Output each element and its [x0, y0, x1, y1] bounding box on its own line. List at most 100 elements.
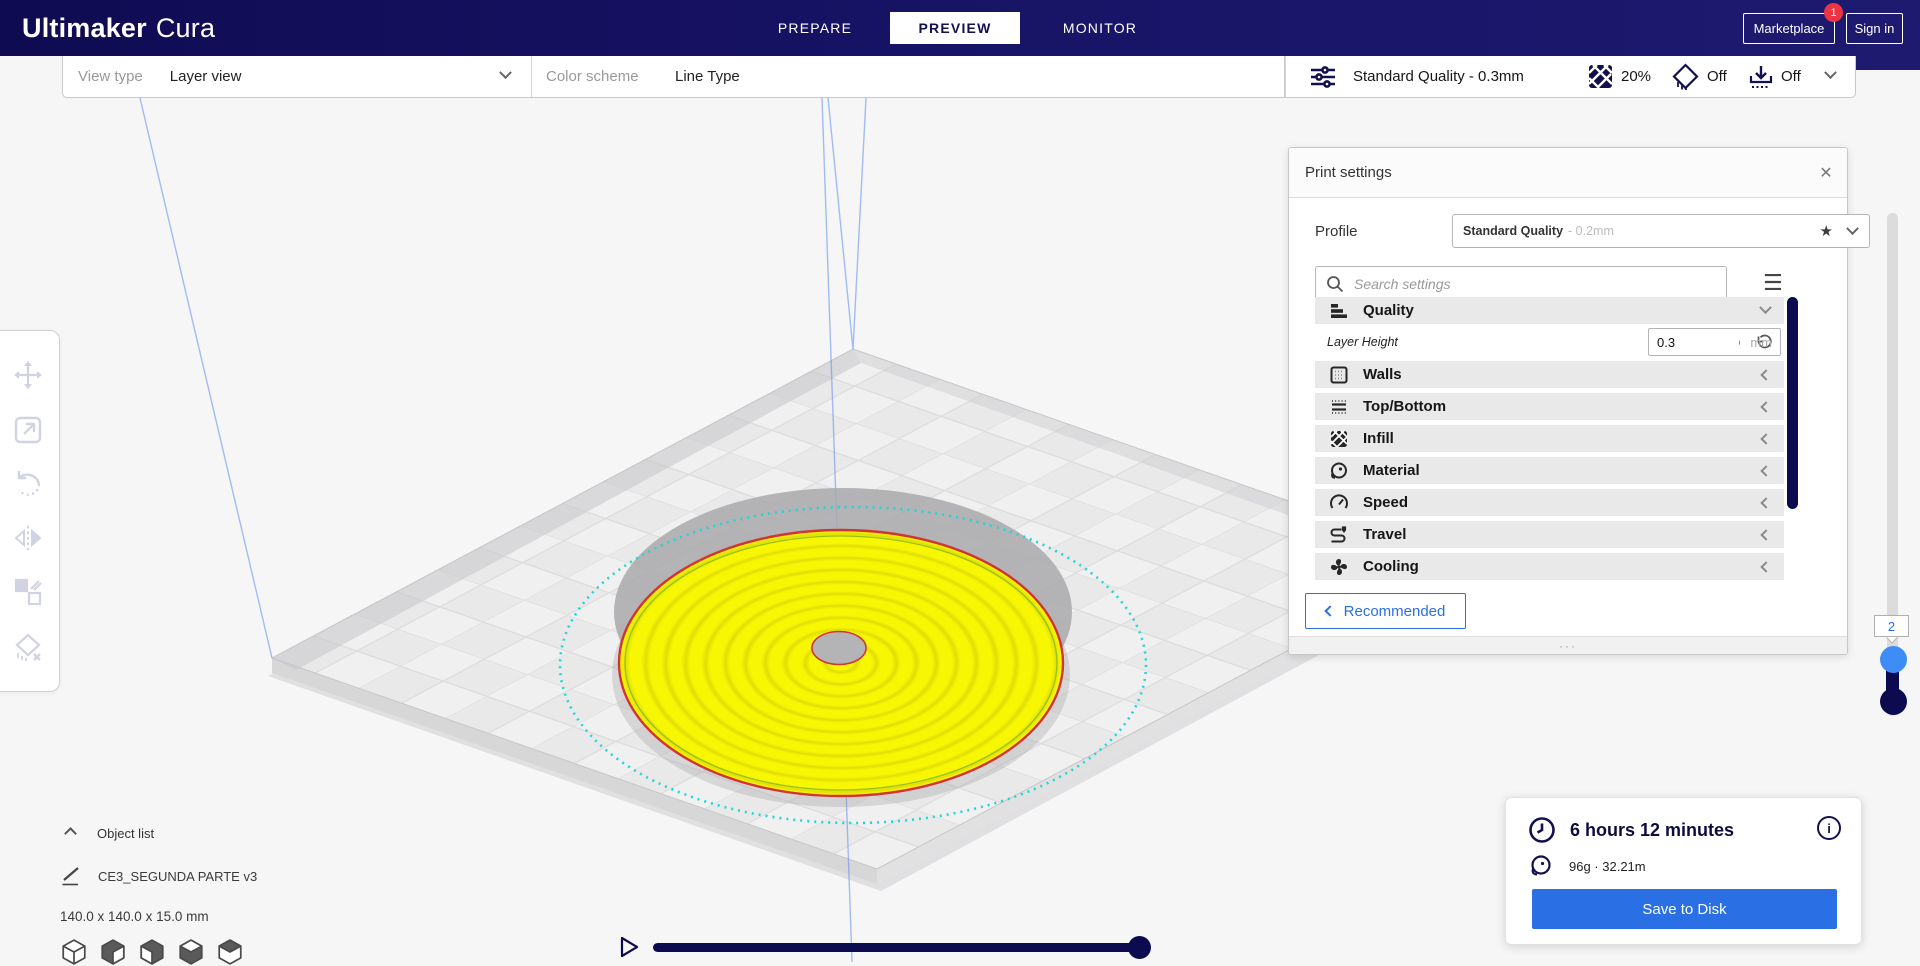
per-model-settings-tool[interactable]	[12, 576, 44, 608]
support-icon	[1672, 63, 1699, 90]
marketplace-button[interactable]: Marketplace	[1743, 13, 1835, 44]
play-icon[interactable]	[616, 934, 642, 960]
close-icon[interactable]: ✕	[1815, 162, 1837, 184]
app-logo: Ultimaker Cura	[22, 0, 215, 56]
object-dimensions: 140.0 x 140.0 x 15.0 mm	[60, 909, 209, 924]
color-scheme-value[interactable]: Line Type	[675, 68, 740, 85]
category-material-label: Material	[1363, 462, 1420, 479]
category-walls[interactable]: Walls	[1315, 361, 1784, 388]
category-speed-label: Speed	[1363, 494, 1409, 511]
speed-icon	[1329, 493, 1349, 513]
category-infill-label: Infill	[1363, 430, 1394, 447]
chevron-left-icon	[1760, 528, 1772, 541]
tab-monitor[interactable]: MONITOR	[1040, 12, 1160, 44]
rotate-tool[interactable]	[12, 468, 44, 500]
move-tool[interactable]	[12, 359, 44, 391]
infill-category-icon	[1329, 429, 1349, 449]
spool-icon	[1529, 854, 1553, 878]
profile-suffix: - 0.2mm	[1568, 224, 1614, 238]
chevron-up-icon	[64, 827, 77, 840]
marketplace-badge: 1	[1824, 3, 1843, 22]
category-travel[interactable]: Travel	[1315, 521, 1784, 548]
app-header: Ultimaker Cura PREPARE PREVIEW MONITOR M…	[0, 0, 1920, 56]
layer-value-label: 2	[1874, 615, 1909, 637]
slope-icon	[60, 865, 82, 887]
chevron-left-icon	[1760, 560, 1772, 573]
top-bottom-icon	[1329, 397, 1349, 417]
category-cooling-label: Cooling	[1363, 558, 1419, 575]
recommended-button[interactable]: Recommended	[1305, 593, 1466, 629]
infill-icon	[1588, 64, 1613, 89]
object-name: CE3_SEGUNDA PARTE v3	[98, 868, 258, 884]
chevron-left-icon	[1760, 432, 1772, 445]
object-list-item[interactable]: CE3_SEGUNDA PARTE v3	[60, 865, 257, 887]
travel-icon	[1329, 525, 1349, 545]
category-quality-label: Quality	[1363, 302, 1414, 319]
walls-icon	[1329, 365, 1349, 385]
category-travel-label: Travel	[1363, 526, 1407, 543]
tab-prepare[interactable]: PREPARE	[755, 12, 875, 44]
setting-layer-height: Layer Height mm	[1315, 327, 1784, 357]
support-blocker-tool[interactable]	[12, 631, 44, 663]
header-notch	[1856, 56, 1920, 70]
view-type-chevron-icon[interactable]	[499, 66, 512, 80]
category-quality[interactable]: Quality	[1315, 297, 1784, 324]
print-settings-panel: Print settings ✕ Profile Standard Qualit…	[1288, 147, 1870, 655]
print-time-estimate: 6 hours 12 minutes	[1570, 819, 1735, 840]
tab-preview[interactable]: PREVIEW	[890, 12, 1020, 44]
color-scheme-label: Color scheme	[546, 68, 639, 85]
object-list-header[interactable]: Object list	[60, 826, 257, 841]
category-cooling[interactable]: Cooling	[1315, 553, 1784, 580]
chevron-left-icon	[1760, 464, 1772, 477]
chevron-left-icon	[1760, 496, 1772, 509]
config-infill-value: 20%	[1621, 68, 1652, 85]
profile-dropdown[interactable]: Standard Quality - 0.2mm ★	[1452, 214, 1870, 248]
recommended-label: Recommended	[1343, 602, 1446, 620]
chevron-left-icon	[1760, 368, 1772, 381]
logo-ultimaker: Ultimaker	[22, 12, 147, 43]
clock-icon	[1528, 816, 1556, 844]
category-walls-label: Walls	[1363, 366, 1402, 383]
panel-resize-handle[interactable]: ···	[1289, 636, 1847, 654]
config-chevron-icon[interactable]	[1824, 66, 1837, 80]
config-adhesion-value: Off	[1781, 68, 1801, 85]
print-config-bar[interactable]: Standard Quality - 0.3mm 20% Off Off	[1285, 56, 1856, 98]
view-type-value[interactable]: Layer view	[170, 68, 242, 85]
category-material[interactable]: Material	[1315, 457, 1784, 484]
category-top-bottom[interactable]: Top/Bottom	[1315, 393, 1784, 420]
signin-button[interactable]: Sign in	[1846, 13, 1903, 44]
star-icon[interactable]: ★	[1820, 222, 1833, 240]
save-to-disk-button[interactable]: Save to Disk	[1532, 889, 1837, 929]
simulation-slider-handle[interactable]	[1128, 936, 1151, 959]
print-settings-title: Print settings	[1305, 164, 1392, 181]
quality-icon	[1329, 301, 1349, 321]
logo-cura: Cura	[155, 12, 216, 43]
sliders-icon	[1310, 65, 1336, 89]
menu-icon[interactable]: ☰	[1763, 270, 1783, 296]
simulation-slider-track[interactable]	[653, 943, 1140, 952]
object-list-panel: Object list CE3_SEGUNDA PARTE v3 140.0 x…	[60, 826, 257, 966]
profile-value: Standard Quality	[1463, 224, 1564, 238]
view-options-bar: View type Layer view Color scheme Line T…	[62, 56, 1326, 98]
profile-label: Profile	[1315, 222, 1358, 240]
chevron-left-icon	[1323, 605, 1336, 617]
info-icon[interactable]: i	[1817, 816, 1841, 840]
cooling-icon	[1329, 557, 1349, 577]
search-icon	[1326, 275, 1344, 293]
mirror-tool[interactable]	[12, 522, 44, 554]
layer-height-input[interactable]	[1649, 334, 1739, 350]
search-input[interactable]	[1354, 276, 1694, 292]
panel-scrollbar[interactable]	[1787, 297, 1798, 509]
model-center-hole	[811, 630, 867, 666]
category-speed[interactable]: Speed	[1315, 489, 1784, 516]
profile-chevron-icon	[1846, 221, 1859, 235]
scale-tool[interactable]	[12, 414, 44, 446]
material-estimate: 96g · 32.21m	[1569, 858, 1646, 874]
category-infill[interactable]: Infill	[1315, 425, 1784, 452]
layer-height-input-wrap: mm	[1648, 328, 1781, 356]
layer-slider-top-handle[interactable]	[1880, 646, 1907, 673]
print-settings-header[interactable]: Print settings ✕	[1289, 148, 1847, 198]
chevron-left-icon	[1760, 400, 1772, 413]
print-job-card: 6 hours 12 minutes i 96g · 32.21m Save t…	[1505, 797, 1862, 945]
layer-slider-bottom-handle[interactable]	[1880, 688, 1907, 715]
